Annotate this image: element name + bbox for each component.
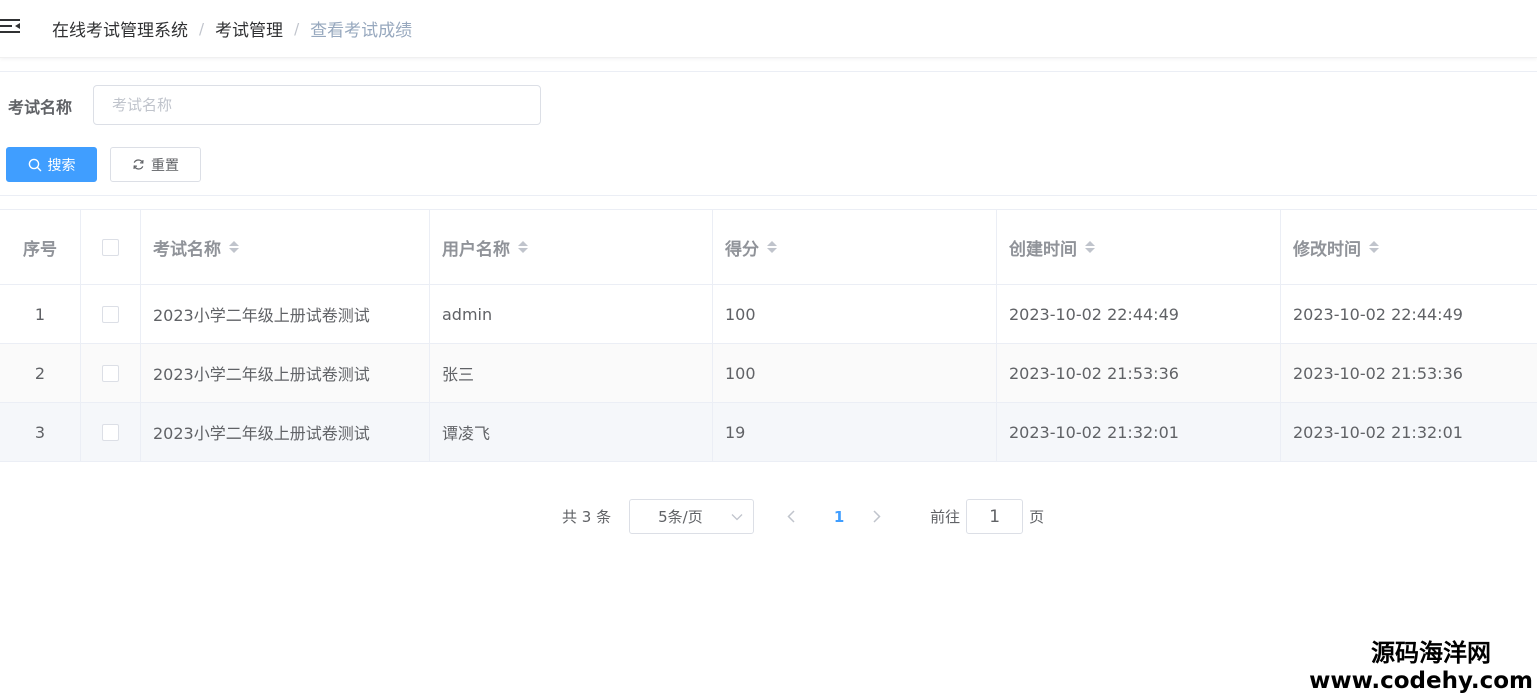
sort-caret-icon[interactable]	[767, 241, 777, 253]
cell-score: 19	[713, 403, 997, 461]
breadcrumb-separator: /	[199, 19, 205, 38]
goto-page-input[interactable]	[966, 499, 1024, 534]
breadcrumb-item-exam-management[interactable]: 考试管理	[215, 16, 283, 41]
cell-user-name: admin	[430, 285, 713, 343]
column-header-label: 考试名称	[153, 239, 221, 260]
cell-index: 3	[0, 403, 81, 461]
breadcrumb-separator: /	[294, 19, 300, 38]
cell-score: 100	[713, 344, 997, 402]
cell-created: 2023-10-02 21:53:36	[997, 344, 1281, 402]
cell-modified: 2023-10-02 21:53:36	[1293, 363, 1463, 383]
chevron-down-icon	[731, 513, 743, 520]
cell-exam-name: 2023小学二年级上册试卷测试	[141, 403, 430, 461]
chevron-left-icon	[787, 510, 795, 523]
sort-caret-icon[interactable]	[1369, 241, 1379, 253]
pagination-total: 共 3 条	[562, 508, 612, 526]
breadcrumb: 在线考试管理系统 / 考试管理 / 查看考试成绩	[52, 16, 413, 42]
table-row[interactable]: 2 2023小学二年级上册试卷测试 张三 100 2023-10-02 21:5…	[0, 344, 1537, 403]
cell-select	[81, 344, 141, 402]
watermark: 源码海洋网 www.codehy.com	[1309, 638, 1533, 694]
column-header-label: 创建时间	[1009, 239, 1077, 260]
cell-modified: 2023-10-02 22:44:49	[1293, 304, 1463, 324]
pagination: 共 3 条 5条/页 1 前往 页	[562, 499, 1044, 534]
search-icon	[28, 158, 41, 171]
row-checkbox[interactable]	[102, 364, 119, 382]
column-header-select	[81, 210, 141, 284]
breadcrumb-item-system[interactable]: 在线考试管理系统	[52, 16, 188, 41]
table-row[interactable]: 3 2023小学二年级上册试卷测试 谭凌飞 19 2023-10-02 21:3…	[0, 403, 1537, 462]
cell-score: 100	[713, 285, 997, 343]
page-size-select[interactable]: 5条/页	[629, 499, 755, 534]
column-header-label: 修改时间	[1293, 239, 1361, 260]
sort-caret-icon[interactable]	[518, 241, 528, 253]
reset-button[interactable]: 重置	[110, 147, 201, 182]
column-header-exam-name[interactable]: 考试名称	[141, 210, 430, 284]
page-number-active[interactable]: 1	[820, 508, 858, 526]
table-row[interactable]: 1 2023小学二年级上册试卷测试 admin 100 2023-10-02 2…	[0, 285, 1537, 344]
page-unit-label: 页	[1029, 508, 1045, 526]
exam-name-label: 考试名称	[8, 98, 73, 117]
goto-label: 前往	[930, 508, 961, 526]
refresh-icon	[133, 159, 144, 170]
select-all-checkbox[interactable]	[102, 238, 119, 256]
search-button[interactable]: 搜索	[6, 147, 97, 182]
watermark-text: 源码海洋网	[1371, 639, 1491, 667]
cell-select	[81, 403, 141, 461]
prev-page-button[interactable]	[776, 502, 806, 532]
cell-created: 2023-10-02 22:44:49	[997, 285, 1281, 343]
menu-fold-icon[interactable]	[0, 16, 22, 36]
cell-modified: 2023-10-02 21:32:01	[1293, 422, 1463, 442]
column-header-created[interactable]: 创建时间	[997, 210, 1281, 284]
cell-exam-name: 2023小学二年级上册试卷测试	[141, 344, 430, 402]
exam-name-input[interactable]	[93, 85, 541, 125]
reset-button-label: 重置	[151, 157, 179, 174]
cell-index: 2	[0, 344, 81, 402]
cell-index: 1	[0, 285, 81, 343]
next-page-button[interactable]	[862, 502, 892, 532]
sort-caret-icon[interactable]	[229, 241, 239, 253]
cell-exam-name: 2023小学二年级上册试卷测试	[141, 285, 430, 343]
divider	[0, 195, 1537, 196]
cell-select	[81, 285, 141, 343]
score-table: 序号 考试名称 用户名称 得分 创建时间 修改时间 1 2023小学二年级上册试…	[0, 209, 1537, 462]
column-header-score[interactable]: 得分	[713, 210, 997, 284]
column-header-label: 序号	[23, 239, 57, 260]
chevron-right-icon	[873, 510, 881, 523]
sort-caret-icon[interactable]	[1085, 241, 1095, 253]
column-header-modified[interactable]: 修改时间	[1281, 210, 1537, 284]
row-checkbox[interactable]	[102, 305, 119, 323]
column-header-user-name[interactable]: 用户名称	[430, 210, 713, 284]
column-header-index: 序号	[0, 210, 81, 284]
cell-created: 2023-10-02 21:32:01	[997, 403, 1281, 461]
row-checkbox[interactable]	[102, 423, 119, 441]
watermark-url: www.codehy.com	[1309, 668, 1533, 694]
divider	[0, 71, 1537, 72]
table-header-row: 序号 考试名称 用户名称 得分 创建时间 修改时间	[0, 210, 1537, 285]
page-size-value: 5条/页	[658, 508, 703, 526]
column-header-label: 用户名称	[442, 239, 510, 260]
column-header-label: 得分	[725, 239, 759, 260]
top-navbar: 在线考试管理系统 / 考试管理 / 查看考试成绩	[0, 0, 1537, 58]
breadcrumb-item-current: 查看考试成绩	[310, 21, 413, 41]
cell-user-name: 谭凌飞	[430, 403, 713, 461]
cell-user-name: 张三	[430, 344, 713, 402]
search-button-label: 搜索	[47, 157, 76, 174]
